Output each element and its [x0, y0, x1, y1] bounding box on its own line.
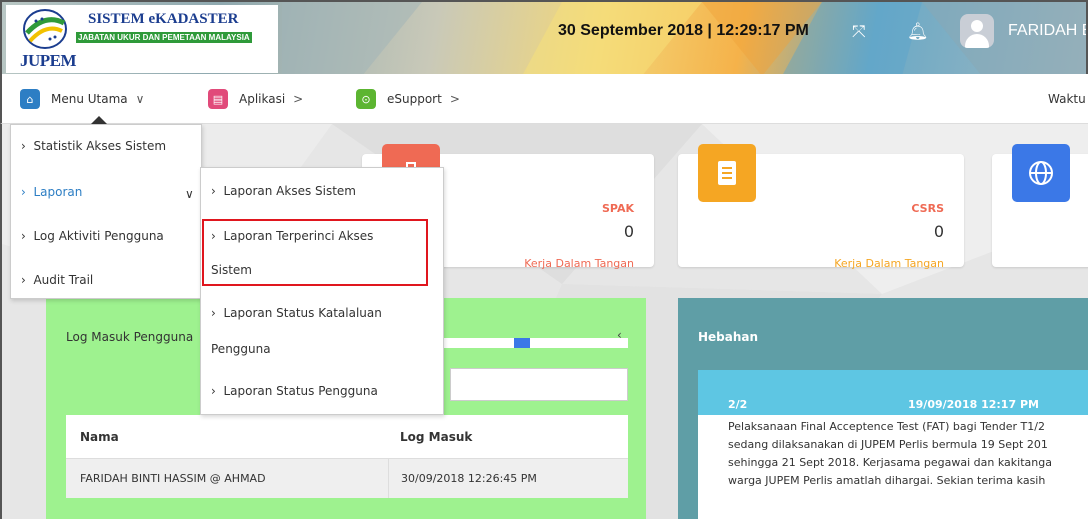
menu-utama-dropdown: › Statistik Akses Sistem › Laporan ∨ › L… [10, 124, 202, 299]
header-bar: JUPEM SISTEM eKADASTER JABATAN UKUR DAN … [0, 0, 1088, 74]
card-count: 0 [933, 222, 944, 241]
menu-item-laporan[interactable]: › Laporan [21, 185, 82, 199]
nav-aplikasi-label: Aplikasi [239, 92, 286, 106]
submenu-label: Laporan Status Katalaluan [223, 306, 382, 320]
chevron-right-icon: › [21, 273, 26, 287]
chevron-right-icon: › [211, 384, 216, 398]
table-row: FARIDAH BINTI HASSIM @ AHMAD 30/09/2018 … [66, 458, 628, 498]
chevron-right-icon: > [293, 92, 304, 106]
log-masuk-title: Log Masuk Pengguna [66, 330, 194, 344]
cell-nama: FARIDAH BINTI HASSIM @ AHMAD [80, 472, 266, 485]
app-title: SISTEM eKADASTER [88, 11, 239, 27]
submenu-label: Laporan Status Pengguna [223, 384, 378, 398]
laporan-submenu: › Laporan Akses Sistem › Laporan Terperi… [200, 167, 444, 415]
menu-item-label: Log Aktiviti Pengguna [33, 229, 164, 243]
main-navbar: ⌂ Menu Utama ∨ ▤ Aplikasi > ⊙ eSupport >… [0, 74, 1088, 124]
chevron-right-icon: › [21, 229, 26, 243]
selection-highlight [202, 219, 428, 286]
hebahan-date: 19/09/2018 12:17 PM [908, 398, 1039, 411]
home-icon: ⌂ [20, 89, 40, 109]
menu-item-label: Statistik Akses Sistem [33, 139, 167, 153]
submenu-label: Laporan Akses Sistem [223, 184, 356, 198]
logo-area[interactable]: JUPEM SISTEM eKADASTER JABATAN UKUR DAN … [6, 5, 278, 73]
table-header: Nama Log Masuk [66, 415, 628, 458]
submenu-laporan-akses[interactable]: › Laporan Akses Sistem [211, 184, 356, 198]
username[interactable]: FARIDAH B [1008, 22, 1086, 40]
support-icon: ⊙ [356, 89, 376, 109]
hebahan-line: warga JUPEM Perlis amatlah dihargai. Sek… [728, 474, 1046, 487]
document-icon [698, 144, 756, 202]
chevron-down-icon: ∨ [185, 187, 194, 201]
hebahan-title: Hebahan [698, 330, 759, 344]
submenu-laporan-status[interactable]: › Laporan Status Pengguna [211, 384, 378, 398]
hebahan-counter: 2/2 [728, 398, 748, 411]
nav-menu-utama[interactable]: ⌂ Menu Utama ∨ [20, 86, 144, 112]
col-nama-header[interactable]: Nama [66, 415, 388, 458]
card-subtitle: Kerja Dalam Tangan [524, 257, 634, 270]
nav-menu-utama-label: Menu Utama [51, 92, 128, 106]
menu-item-label: Audit Trail [33, 273, 94, 287]
hebahan-line: sedang dilaksanakan di JUPEM Perlis berm… [728, 438, 1048, 451]
nav-aplikasi[interactable]: ▤ Aplikasi > [208, 86, 303, 112]
hebahan-card: 2/2 19/09/2018 12:17 PM Pelaksanaan Fina… [698, 370, 1088, 519]
chevron-right-icon: › [211, 184, 216, 198]
nav-esupport-label: eSupport [387, 92, 442, 106]
chevron-right-icon: › [21, 139, 26, 153]
menu-item-audit-trail[interactable]: › Audit Trail [21, 273, 93, 287]
app-subtitle: JABATAN UKUR DAN PEMETAAN MALAYSIA [76, 32, 252, 43]
menu-item-statistik[interactable]: › Statistik Akses Sistem [21, 139, 166, 153]
submenu-laporan-katalaluan-line2[interactable]: Pengguna [211, 342, 271, 356]
nav-esupport[interactable]: ⊙ eSupport > [356, 86, 460, 112]
card-title: SPAK [601, 202, 634, 215]
card-count: 0 [623, 222, 634, 241]
app-icon: ▤ [208, 89, 228, 109]
waktu-label: Waktu [1048, 92, 1086, 106]
hebahan-line: Pelaksanaan Final Acceptence Test (FAT) … [728, 420, 1045, 433]
logo-abbr: JUPEM [20, 51, 77, 70]
hebahan-panel: Hebahan 2/2 19/09/2018 12:17 PM Pelaksan… [678, 298, 1088, 519]
log-table: Nama Log Masuk FARIDAH BINTI HASSIM @ AH… [66, 415, 628, 498]
chevron-right-icon: > [449, 92, 460, 106]
jupem-logo [23, 9, 67, 49]
chevron-down-icon: ∨ [135, 92, 145, 106]
card-title: CSRS [911, 202, 944, 215]
menu-item-log-aktiviti[interactable]: › Log Aktiviti Pengguna [21, 229, 164, 243]
datetime-display: 30 September 2018 | 12:29:17 PM [558, 22, 809, 39]
hebahan-text: Pelaksanaan Final Acceptence Test (FAT) … [728, 418, 1088, 490]
chevron-right-icon: › [21, 185, 26, 199]
fullscreen-icon[interactable]: ⤧ [852, 22, 866, 42]
pagination-active[interactable] [514, 338, 530, 348]
bell-icon[interactable]: 🔔︎ [907, 22, 929, 42]
menu-item-label: Laporan [33, 185, 83, 199]
card-globe[interactable] [992, 144, 1088, 267]
avatar[interactable] [960, 14, 994, 48]
col-log-masuk-header[interactable]: Log Masuk [388, 415, 628, 458]
card-subtitle: Kerja Dalam Tangan [834, 257, 944, 270]
hebahan-line: sehingga 21 Sept 2018. Kerjasama pegawai… [728, 456, 1052, 469]
log-search-input[interactable] [450, 368, 628, 401]
globe-icon [1012, 144, 1070, 202]
pagination[interactable] [436, 338, 628, 348]
chevron-right-icon: › [211, 306, 216, 320]
submenu-laporan-katalaluan[interactable]: › Laporan Status Katalaluan [211, 306, 382, 320]
card-csrs[interactable]: CSRS 0 Kerja Dalam Tangan [678, 144, 964, 270]
cell-log-masuk: 30/09/2018 12:26:45 PM [388, 459, 628, 498]
